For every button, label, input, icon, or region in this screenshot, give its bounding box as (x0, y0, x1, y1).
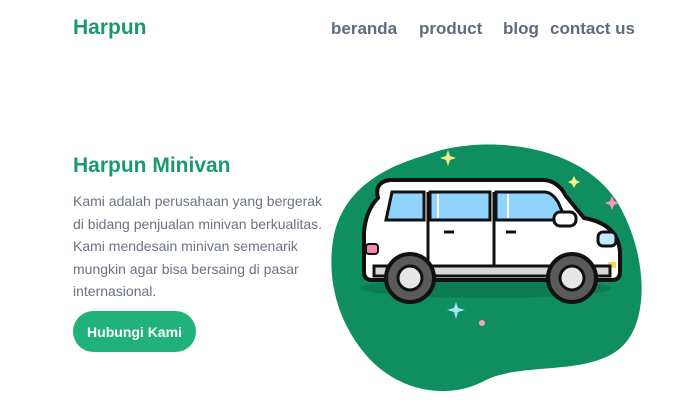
hero-description: Kami adalah perusahaan yang bergerak di … (73, 190, 341, 303)
wheel-icon (546, 252, 598, 304)
nav-blog[interactable]: blog (503, 19, 539, 39)
contact-us-button[interactable]: Hubungi Kami (73, 311, 196, 352)
minivan-illustration (331, 144, 642, 392)
hero-description-line: internasional. (73, 283, 157, 299)
nav-beranda[interactable]: beranda (331, 19, 397, 39)
hero-description-line: Kami mendesain minivan semenarik (73, 238, 298, 254)
wheel-icon (384, 252, 436, 304)
hero-description-line: Kami adalah perusahaan yang bergerak (73, 193, 323, 209)
nav-product[interactable]: product (419, 19, 482, 39)
hero-description-line: di bidang penjualan minivan berkualitas. (73, 215, 323, 232)
hero-description-line: mungkin agar bisa bersaing di pasar (73, 260, 299, 277)
brand-logo[interactable]: Harpun (73, 16, 147, 40)
sparkle-dot (479, 320, 485, 326)
nav-contact-us[interactable]: contact us (550, 19, 635, 39)
hero-title: Harpun Minivan (73, 154, 231, 177)
